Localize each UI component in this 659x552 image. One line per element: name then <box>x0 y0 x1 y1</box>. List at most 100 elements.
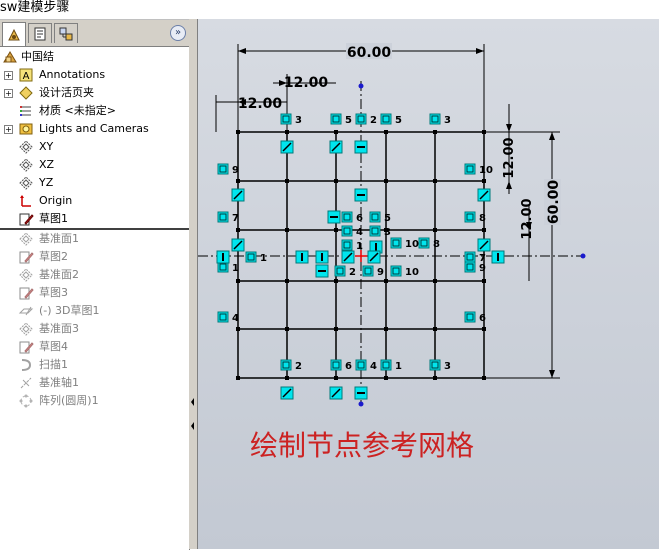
tree-item[interactable]: XY <box>0 138 189 156</box>
graphics-area[interactable]: 60.00 12.00 12.00 60.00 12.00 12.00 3 5 2 5 3 9 10 6 5… <box>198 19 659 549</box>
tree-item[interactable]: + 设计活页夹 <box>0 84 189 102</box>
relation-marker-label: 4 <box>232 313 239 324</box>
dimension-offset-label: 12.00 <box>502 137 517 178</box>
relation-marker-label: 2 <box>349 267 356 278</box>
circular-pattern-icon <box>18 393 34 409</box>
sketch-point <box>482 179 486 183</box>
lights-icon <box>18 121 34 137</box>
tree-item[interactable]: Origin <box>0 192 189 210</box>
tree-item[interactable]: 中国结 <box>0 48 189 66</box>
relation-marker-label: 6 <box>356 213 363 224</box>
tree-item[interactable]: 草图4 <box>0 338 189 356</box>
sketch-point <box>285 228 289 232</box>
sketch-point <box>236 179 240 183</box>
tree-item[interactable]: 草图3 <box>0 284 189 302</box>
sketch-point <box>236 228 240 232</box>
relation-marker-label: 9 <box>377 267 384 278</box>
sketch-point <box>334 228 338 232</box>
canvas-annotation: 绘制节点参考网格 <box>250 429 474 462</box>
centerline-endpoint <box>580 253 586 259</box>
sketch-point <box>285 327 289 331</box>
tree-item[interactable]: + A Annotations <box>0 66 189 84</box>
sketch-canvas[interactable]: 60.0012.0012.0060.0012.0012.003 5 2 5 39 106 5… <box>198 19 659 549</box>
sketch-point <box>334 327 338 331</box>
sketch-point <box>236 376 240 380</box>
relation-marker-label: 5 <box>384 213 391 224</box>
plane-icon <box>18 267 34 283</box>
tab-configuration-manager[interactable] <box>54 23 78 43</box>
relation-marker-label: 2 <box>370 115 377 126</box>
dimension-arrow <box>506 124 512 132</box>
tree-item[interactable]: + Lights and Cameras <box>0 120 189 138</box>
plane-icon <box>18 231 34 247</box>
relation-marker-label: 1 <box>395 361 402 372</box>
tree-item-label: 材质 <未指定> <box>39 104 116 117</box>
relation-marker-label: 8 <box>433 239 440 250</box>
tree-item-label: 基准轴1 <box>39 376 79 389</box>
tree-item[interactable]: 基准轴1 <box>0 374 189 392</box>
dimension-offset-label: 12.00 <box>238 96 283 112</box>
tree-item-label: 阵列(圆周)1 <box>39 394 99 407</box>
relation-marker-label: 1 <box>260 253 267 264</box>
tree-item-label: XY <box>39 140 54 153</box>
sweep-icon <box>18 357 34 373</box>
relation-marker-label: 3 <box>444 115 451 126</box>
expand-node-icon[interactable]: + <box>4 89 13 98</box>
feature-tree: 中国结 + A Annotations + 设计活页夹 材质 <未指定> + Lights an… <box>0 48 189 410</box>
tree-item[interactable]: 基准面1 <box>0 230 189 248</box>
tab-feature-manager[interactable] <box>2 22 26 46</box>
tree-item[interactable]: YZ <box>0 174 189 192</box>
splitter-grip-icon <box>191 398 194 430</box>
relation-marker-label: 10 <box>405 267 419 278</box>
3d-sketch-icon <box>18 303 34 319</box>
relation-marker-label: 10 <box>405 239 419 250</box>
panel-tabbar: » <box>0 20 189 47</box>
dimension-arrow <box>506 181 512 189</box>
relation-marker-label: 7 <box>232 213 239 224</box>
tree-item[interactable]: 草图1 <box>0 210 189 228</box>
svg-text:A: A <box>23 71 30 82</box>
tree-item-label: 中国结 <box>21 50 54 63</box>
configuration-manager-icon <box>59 27 73 40</box>
dimension-offset-label: 12.00 <box>284 75 329 91</box>
relation-marker-label: 9 <box>479 263 486 274</box>
property-manager-icon <box>34 27 46 40</box>
feature-manager-icon <box>8 28 20 40</box>
relation-marker-label: 5 <box>395 115 402 126</box>
sketch-icon <box>18 339 34 355</box>
tree-item[interactable]: 阵列(圆周)1 <box>0 392 189 410</box>
dimension-arrow <box>549 370 555 378</box>
plane-icon <box>18 157 34 173</box>
relation-marker-label: 4 <box>370 361 377 372</box>
sketch-point <box>482 327 486 331</box>
tree-item-label: 基准面1 <box>39 232 79 245</box>
tree-item[interactable]: 基准面2 <box>0 266 189 284</box>
sketch-point <box>236 327 240 331</box>
plane-icon <box>18 175 34 191</box>
centerline-endpoint <box>358 83 364 89</box>
relation-marker-label: 2 <box>295 361 302 372</box>
relation-marker-label: 4 <box>356 227 363 238</box>
tree-item[interactable]: (-) 3D草图1 <box>0 302 189 320</box>
dimension-offset-label: 12.00 <box>520 198 535 239</box>
relation-marker-label: 6 <box>479 313 486 324</box>
relation-marker-label: 3 <box>384 227 391 238</box>
tree-item-label: (-) 3D草图1 <box>39 304 100 317</box>
sketch-icon <box>18 249 34 265</box>
tree-item-label: 草图3 <box>39 286 68 299</box>
tree-item[interactable]: 草图2 <box>0 248 189 266</box>
tree-item[interactable]: 材质 <未指定> <box>0 102 189 120</box>
panel-splitter[interactable] <box>189 19 198 549</box>
tree-item[interactable]: 扫描1 <box>0 356 189 374</box>
expand-panel-button[interactable]: » <box>170 25 186 41</box>
sketch-icon <box>18 211 34 227</box>
tab-property-manager[interactable] <box>28 23 52 43</box>
sketch-point <box>334 376 338 380</box>
tree-item-label: 草图1 <box>39 212 68 225</box>
tree-item[interactable]: 基准面3 <box>0 320 189 338</box>
tree-item[interactable]: XZ <box>0 156 189 174</box>
sketch-point <box>384 279 388 283</box>
expand-node-icon[interactable]: + <box>4 71 13 80</box>
tree-item-label: 草图4 <box>39 340 68 353</box>
expand-node-icon[interactable]: + <box>4 125 13 134</box>
